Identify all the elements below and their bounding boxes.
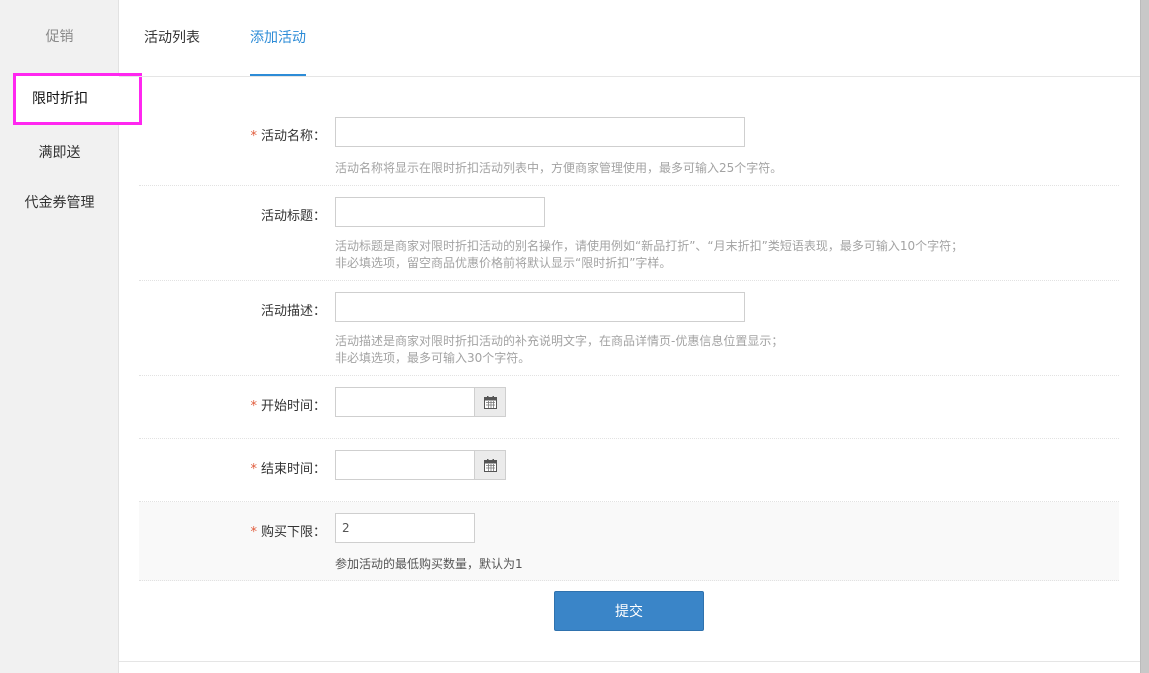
calendar-icon bbox=[483, 458, 497, 472]
sidebar: 促销 限时折扣 满即送 代金券管理 bbox=[0, 0, 142, 673]
calendar-icon bbox=[483, 395, 497, 409]
submit-button[interactable]: 提交 bbox=[554, 591, 704, 631]
tab-add-activity[interactable]: 添加活动 bbox=[250, 27, 306, 47]
description-hint-line1: 活动描述是商家对限时折扣活动的补充说明文字，在商品详情页-优惠信息位置显示； bbox=[335, 334, 784, 348]
form-row-start-time: * 开始时间： bbox=[139, 376, 1119, 439]
name-hint: 活动名称将显示在限时折扣活动列表中，方便商家管理使用，最多可输入25个字符。 bbox=[335, 161, 783, 175]
form-row-min-purchase: *购买下限： 参加活动的最低购买数量，默认为1 bbox=[139, 502, 1119, 581]
add-activity-form: * 活动名称： 活动名称将显示在限时折扣活动列表中，方便商家管理使用，最多可输入2… bbox=[139, 104, 1119, 581]
description-hint-line2: 非必填选项，最多可输入30个字符。 bbox=[335, 351, 531, 365]
form-row-end-time: * 结束时间： bbox=[139, 439, 1119, 502]
activity-description-input[interactable] bbox=[335, 292, 745, 322]
sidebar-title: 促销 bbox=[45, 29, 74, 45]
bottom-divider bbox=[119, 661, 1140, 662]
form-row-name: * 活动名称： 活动名称将显示在限时折扣活动列表中，方便商家管理使用，最多可输入2… bbox=[139, 104, 1119, 186]
start-time-label: * 开始时间： bbox=[250, 399, 326, 414]
active-tab-indicator bbox=[250, 74, 306, 76]
sidebar-item-voucher-management[interactable]: 代金券管理 bbox=[0, 192, 119, 212]
end-time-label: * 结束时间： bbox=[250, 462, 326, 477]
description-label: 活动描述： bbox=[260, 304, 326, 319]
required-mark: * bbox=[250, 129, 257, 144]
min-purchase-hint: 参加活动的最低购买数量，默认为1 bbox=[335, 557, 523, 571]
activity-title-input[interactable] bbox=[335, 197, 545, 227]
title-label: 活动标题： bbox=[260, 209, 326, 224]
form-row-title: 活动标题： 活动标题是商家对限时折扣活动的别名操作，请使用例如“新品打折”、“月… bbox=[139, 186, 1119, 281]
activity-name-input[interactable] bbox=[335, 117, 745, 147]
form-row-description: 活动描述： 活动描述是商家对限时折扣活动的补充说明文字，在商品详情页-优惠信息位… bbox=[139, 281, 1119, 376]
start-time-calendar-button[interactable] bbox=[475, 387, 506, 417]
sidebar-item-full-gift[interactable]: 满即送 bbox=[0, 142, 119, 162]
tab-bar: 活动列表 添加活动 bbox=[119, 0, 1140, 77]
main-panel: 活动列表 添加活动 * 活动名称： 活动名称将显示在限时折扣活动列表中，方便商家管… bbox=[119, 0, 1140, 673]
min-purchase-input[interactable] bbox=[335, 513, 475, 543]
end-time-calendar-button[interactable] bbox=[475, 450, 506, 480]
end-time-input[interactable] bbox=[335, 450, 475, 480]
tab-activity-list[interactable]: 活动列表 bbox=[144, 27, 200, 47]
name-label: * 活动名称： bbox=[250, 129, 326, 144]
title-hint-line1: 活动标题是商家对限时折扣活动的别名操作，请使用例如“新品打折”、“月末折扣”类短… bbox=[335, 239, 964, 253]
min-purchase-label: * 购买下限： bbox=[250, 525, 326, 540]
title-hint-line2: 非必填选项，留空商品优惠价格前将默认显示“限时折扣”字样。 bbox=[335, 256, 672, 270]
vertical-scrollbar[interactable] bbox=[1140, 0, 1149, 673]
start-time-input[interactable] bbox=[335, 387, 475, 417]
